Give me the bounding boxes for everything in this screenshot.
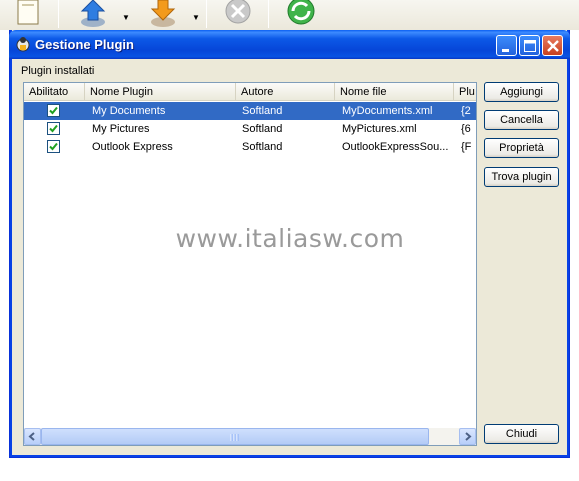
background-toolbar: ▼ ▼ [0,0,579,30]
app-icon [16,37,30,52]
title-bar[interactable]: Gestione Plugin [9,30,570,59]
file-name-cell: MyDocuments.xml [342,105,433,117]
toolbar-separator [268,0,269,28]
maximize-button[interactable] [519,35,540,56]
find-plugin-button[interactable]: Trova plugin [484,167,559,187]
minimize-button[interactable] [496,35,517,56]
list-header: Abilitato Nome Plugin Autore Nome file P… [24,83,476,101]
checkmark-icon [49,142,58,151]
column-header-author[interactable]: Autore [236,83,335,100]
column-header-enabled[interactable]: Abilitato [24,83,85,100]
close-window-button[interactable] [542,35,563,56]
upload-dropdown-icon[interactable]: ▼ [122,13,130,22]
upload-icon[interactable] [78,0,108,28]
refresh-icon[interactable] [284,0,318,28]
file-name-cell: OutlookExpressSou... [342,141,449,153]
scrollbar-thumb[interactable] [41,428,429,445]
plugin-name-cell: My Documents [92,105,166,117]
watermark: www.italiasw.com [175,224,405,253]
download-dropdown-icon[interactable]: ▼ [192,13,200,22]
plugin-name-cell: My Pictures [92,123,150,135]
checkmark-icon [49,124,58,133]
enabled-checkbox[interactable] [47,122,60,135]
table-row[interactable]: My Documents Softland MyDocuments.xml {2 [24,102,476,120]
plugin-id-cell: {6 [461,123,471,135]
author-cell: Softland [242,123,283,135]
properties-button[interactable]: Proprietà [484,138,559,158]
installed-plugins-label: Plugin installati [21,65,95,77]
close-icon [547,40,559,52]
add-button[interactable]: Aggiungi [484,82,559,102]
plugin-id-cell: {2 [461,105,471,117]
grip-icon [230,434,239,441]
plugin-list[interactable]: Abilitato Nome Plugin Autore Nome file P… [23,82,477,446]
plugin-id-cell: {F [461,141,472,153]
column-header-plugin-id[interactable]: Plu [454,83,476,100]
horizontal-scrollbar[interactable] [24,428,476,445]
enabled-checkbox[interactable] [47,140,60,153]
close-button[interactable]: Chiudi [484,424,559,444]
minimize-icon [502,49,509,52]
table-row[interactable]: My Pictures Softland MyPictures.xml {6 [24,120,476,138]
file-name-cell: MyPictures.xml [342,123,417,135]
chevron-right-icon [465,432,472,441]
table-row[interactable]: Outlook Express Softland OutlookExpressS… [24,138,476,156]
column-header-file-name[interactable]: Nome file [335,83,454,100]
scroll-left-button[interactable] [24,428,41,445]
enabled-checkbox[interactable] [47,104,60,117]
stop-icon[interactable] [222,0,254,28]
toolbar-separator [206,0,207,28]
scroll-right-button[interactable] [459,428,476,445]
download-icon[interactable] [148,0,178,28]
window-title: Gestione Plugin [35,37,134,52]
author-cell: Softland [242,105,283,117]
maximize-icon [524,40,536,52]
document-icon[interactable] [14,0,42,28]
delete-button[interactable]: Cancella [484,110,559,130]
column-header-plugin-name[interactable]: Nome Plugin [85,83,236,100]
author-cell: Softland [242,141,283,153]
chevron-left-icon [28,432,35,441]
checkmark-icon [49,106,58,115]
plugin-name-cell: Outlook Express [92,141,173,153]
toolbar-separator [58,0,59,28]
